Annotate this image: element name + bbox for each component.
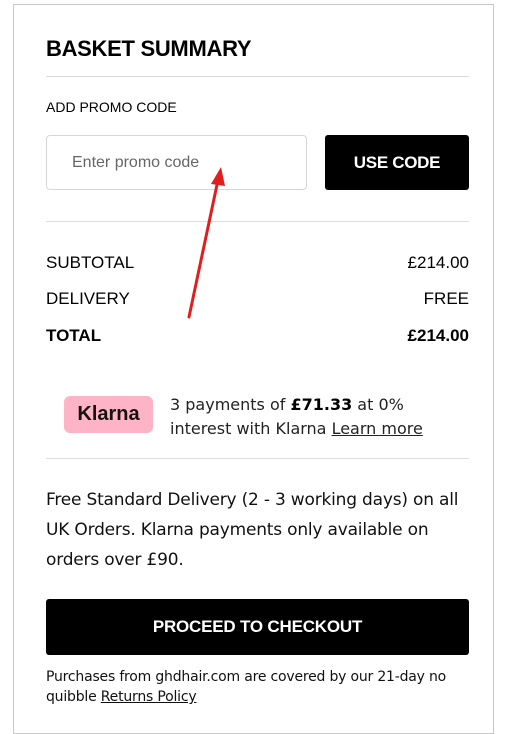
returns-policy-link[interactable]: Returns Policy <box>101 689 197 705</box>
total-value: £214.00 <box>407 326 469 345</box>
klarna-learn-more-link[interactable]: Learn more <box>332 419 423 438</box>
returns-footnote: Purchases from ghdhair.com are covered b… <box>46 667 469 707</box>
subtotal-row: SUBTOTAL £214.00 <box>46 253 469 273</box>
subtotal-label: SUBTOTAL <box>46 253 135 272</box>
delivery-note: Free Standard Delivery (2 - 3 working da… <box>46 490 459 570</box>
promo-code-input[interactable] <box>46 135 307 190</box>
klarna-amount: £71.33 <box>290 395 353 414</box>
delivery-label: DELIVERY <box>46 289 130 308</box>
total-row: TOTAL £214.00 <box>46 326 469 346</box>
divider <box>46 76 469 77</box>
promo-code-label: ADD PROMO CODE <box>46 99 177 115</box>
subtotal-value: £214.00 <box>407 253 469 272</box>
page-title: BASKET SUMMARY <box>46 36 252 61</box>
delivery-row: DELIVERY FREE <box>46 289 469 309</box>
klarna-message: 3 payments of £71.33 at 0% interest with… <box>170 393 470 441</box>
klarna-text-before: 3 payments of <box>170 395 291 414</box>
total-label: TOTAL <box>46 326 102 345</box>
klarna-logo: Klarna <box>64 396 153 433</box>
delivery-value: FREE <box>423 289 469 308</box>
divider <box>46 458 469 459</box>
use-code-button[interactable]: USE CODE <box>325 135 469 190</box>
proceed-to-checkout-button[interactable]: PROCEED TO CHECKOUT <box>46 599 469 655</box>
divider <box>46 221 469 222</box>
